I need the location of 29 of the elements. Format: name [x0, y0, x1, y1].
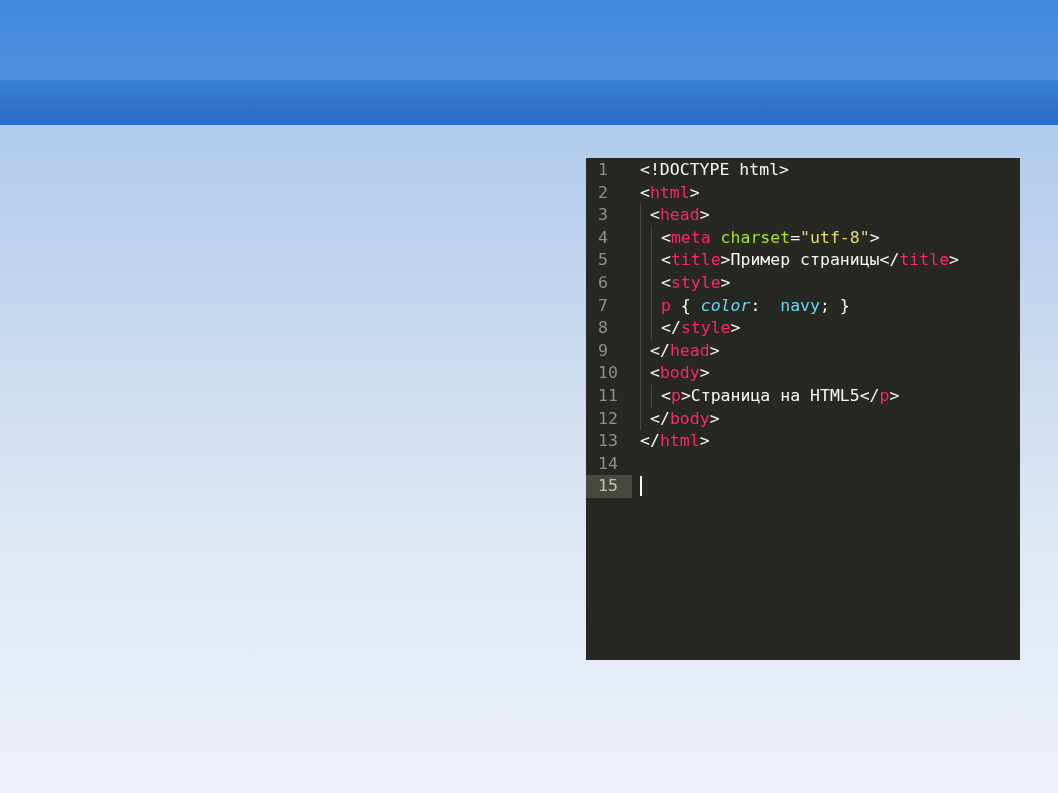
- code-line: </style>: [661, 317, 741, 340]
- code-line: <title>Пример страницы</title>: [661, 249, 960, 272]
- code-line: p { color: navy; }: [661, 294, 850, 317]
- code-line: <!DOCTYPE html>: [640, 159, 789, 181]
- line-number: 6: [597, 271, 609, 294]
- code-line: </body>: [650, 407, 720, 430]
- code-line: <p>Страница на HTML5</p>: [661, 384, 900, 407]
- line-number: 11: [597, 384, 619, 407]
- line-number: 13: [597, 430, 619, 453]
- code-line: <head>: [650, 204, 710, 227]
- line-number: 7: [597, 294, 609, 317]
- line-number: 1: [597, 159, 609, 181]
- line-number: 3: [597, 204, 609, 227]
- line-number: 10: [597, 362, 619, 385]
- line-number: 12: [597, 407, 619, 430]
- code-line: <meta charset="utf-8">: [661, 226, 880, 249]
- line-number: 15: [586, 475, 632, 498]
- line-number: 5: [597, 249, 609, 272]
- code-line: <body>: [650, 362, 710, 385]
- line-number: 4: [597, 226, 609, 249]
- line-number: 8: [597, 317, 609, 340]
- code-line: </html>: [640, 430, 710, 453]
- code-line: </head>: [650, 339, 720, 362]
- code-line: <html>: [640, 181, 700, 204]
- line-number: 2: [597, 181, 609, 204]
- line-number: 14: [597, 452, 619, 475]
- text-cursor: [640, 476, 642, 497]
- code-line: <style>: [661, 271, 731, 294]
- line-number: 9: [597, 339, 609, 362]
